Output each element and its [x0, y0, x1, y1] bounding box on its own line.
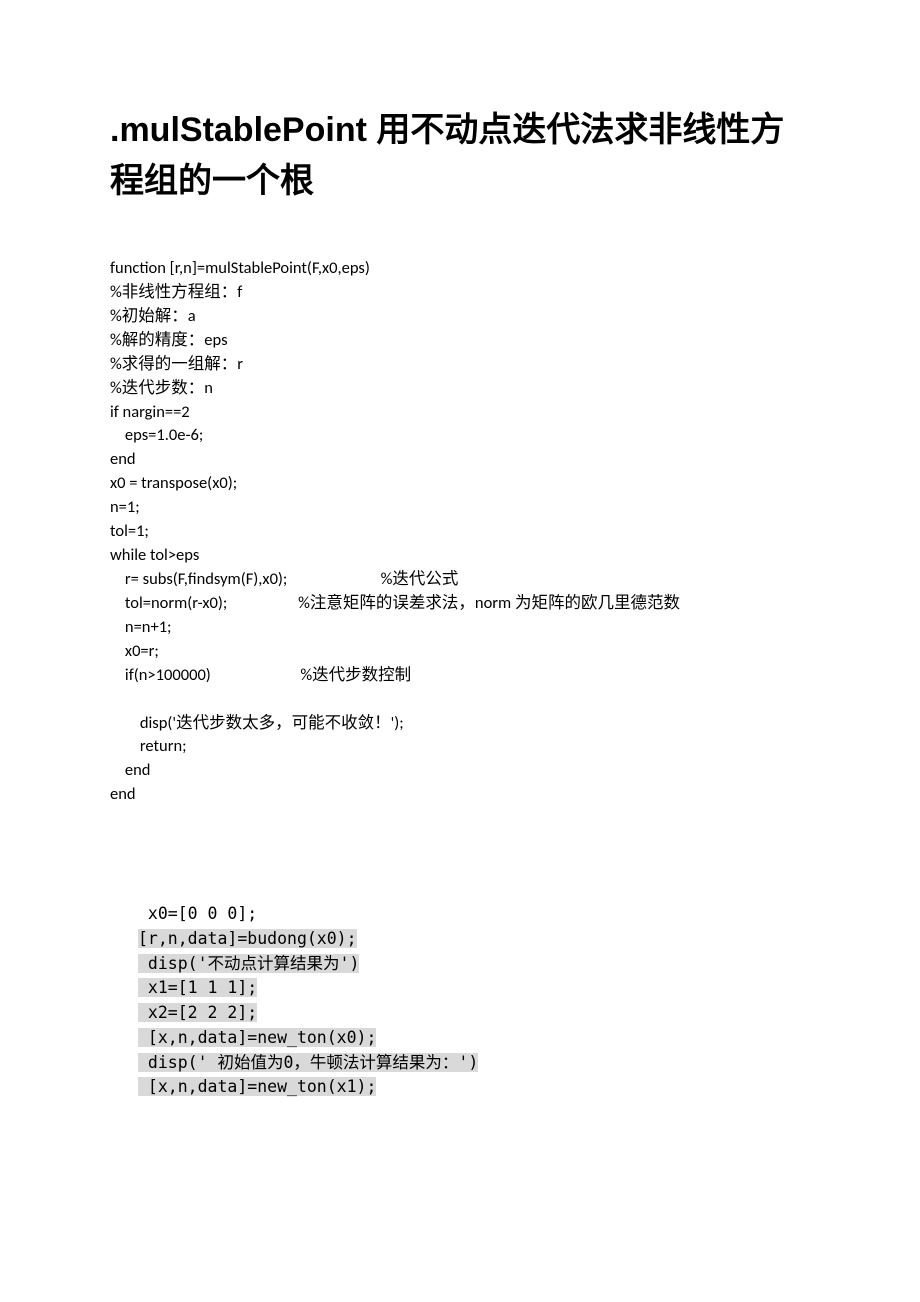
example-line-7: [x,n,data]=new_ton(x1);: [138, 1075, 810, 1100]
example-line-0: x0=[0 0 0];: [138, 902, 810, 927]
title-code: .mulStablePoint: [110, 111, 367, 149]
code-block: function [r,n]=mulStablePoint(F,x0,eps) …: [110, 257, 810, 807]
example-line-4: x2=[2 2 2];: [138, 1001, 810, 1026]
example-line-1: [r,n,data]=budong(x0);: [138, 927, 810, 952]
page-title: .mulStablePoint 用不动点迭代法求非线性方程组的一个根: [110, 105, 810, 207]
example-line-3: x1=[1 1 1];: [138, 976, 810, 1001]
example-line-2: disp('不动点计算结果为'): [138, 952, 810, 977]
example-line-6: disp(' 初始值为0，牛顿法计算结果为：'): [138, 1051, 810, 1076]
example-line-5: [x,n,data]=new_ton(x0);: [138, 1026, 810, 1051]
example-block: x0=[0 0 0]; [r,n,data]=budong(x0); disp(…: [138, 902, 810, 1100]
